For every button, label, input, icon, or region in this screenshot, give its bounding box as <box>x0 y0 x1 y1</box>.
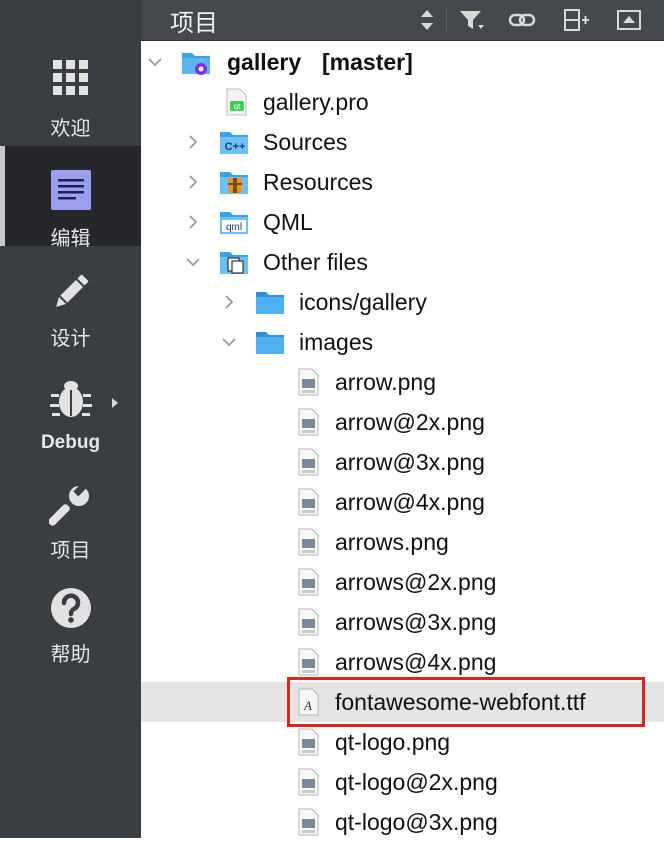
tree-item-label: Other files <box>263 249 368 275</box>
tree-item-file[interactable]: arrows@2x.png <box>141 562 664 602</box>
mode-edit-label: 编辑 <box>50 228 91 250</box>
debug-menu-arrow-icon[interactable] <box>112 398 118 408</box>
tree-item-file[interactable]: arrow@2x.png <box>141 402 664 442</box>
project-tree: gallery [master] qt gallery.pro C++ Sour… <box>141 41 664 838</box>
filter-icon[interactable] <box>457 6 485 34</box>
svg-text:qt: qt <box>234 102 241 111</box>
mode-selector: 欢迎 编辑 设计 Debug 项目 帮助 <box>0 0 141 838</box>
mode-projects-label: 项目 <box>50 540 91 562</box>
chevron-right-icon[interactable] <box>185 174 201 190</box>
project-folder-icon <box>182 53 210 75</box>
close-panel-icon[interactable] <box>615 6 643 34</box>
tree-item-images-folder[interactable]: images <box>141 322 664 362</box>
png-file-icon <box>298 528 319 556</box>
tree-item-other-files[interactable]: Other files <box>141 242 664 282</box>
toolbar-separator <box>446 8 447 32</box>
mode-debug-label: Debug <box>40 432 101 453</box>
bug-icon <box>49 381 92 417</box>
svg-text:qml: qml <box>226 222 242 233</box>
tree-item-project-file[interactable]: qt gallery.pro <box>141 82 664 122</box>
tree-item-file[interactable]: arrow.png <box>141 362 664 402</box>
mode-welcome[interactable]: 欢迎 <box>0 40 141 140</box>
link-icon[interactable] <box>508 6 536 34</box>
chevron-down-icon[interactable] <box>221 334 237 350</box>
chevron-right-icon[interactable] <box>221 294 237 310</box>
help-icon <box>50 588 91 628</box>
png-file-icon <box>298 368 319 396</box>
tree-item-file[interactable]: arrows@4x.png <box>141 642 664 682</box>
tree-item-file[interactable]: arrows@3x.png <box>141 602 664 642</box>
pencil-icon <box>55 274 88 307</box>
tree-item-label: arrows@3x.png <box>335 609 497 635</box>
chevron-down-icon[interactable] <box>185 254 201 270</box>
png-file-icon <box>298 768 319 796</box>
tree-item-qml[interactable]: qml QML <box>141 202 664 242</box>
chevron-right-icon[interactable] <box>185 214 201 230</box>
tree-item-file[interactable]: qt-logo.png <box>141 722 664 762</box>
qml-folder-icon: qml <box>220 212 248 234</box>
tree-item-label: arrow@3x.png <box>335 449 485 475</box>
tree-item-label: icons/gallery <box>299 289 427 315</box>
grid-icon <box>52 60 88 95</box>
sources-folder-icon: C++ <box>220 132 248 154</box>
tree-item-label: arrow.png <box>335 369 437 395</box>
tree-item-file[interactable]: arrow@3x.png <box>141 442 664 482</box>
branch-name: [master] <box>322 49 413 75</box>
mode-help-label: 帮助 <box>50 644 91 666</box>
tree-item-label: arrows@2x.png <box>335 569 497 595</box>
png-file-icon <box>298 728 319 756</box>
project-panel-header: 项目 <box>141 0 664 41</box>
svg-text:C++: C++ <box>225 141 246 153</box>
mode-help[interactable]: 帮助 <box>0 566 141 666</box>
mode-projects[interactable]: 项目 <box>0 462 141 562</box>
wrench-icon <box>48 484 89 526</box>
png-file-icon <box>298 408 319 436</box>
tree-item-sources[interactable]: C++ Sources <box>141 122 664 162</box>
folder-icon <box>256 332 284 354</box>
tree-item-label: arrows.png <box>335 529 449 555</box>
chevron-right-icon[interactable] <box>185 134 201 150</box>
tree-item-label: gallery.pro <box>263 89 369 115</box>
resources-folder-icon <box>220 172 248 194</box>
png-file-icon <box>298 608 319 636</box>
tree-item-label: images <box>299 329 374 355</box>
folder-icon <box>256 292 284 314</box>
tree-item-label: qt-logo.png <box>335 729 451 755</box>
tree-item-project-root[interactable]: gallery [master] <box>141 42 664 82</box>
chevron-down-icon[interactable] <box>147 54 163 70</box>
project-name: gallery <box>227 49 302 75</box>
mode-welcome-label: 欢迎 <box>50 118 91 140</box>
tree-item-file[interactable]: arrows.png <box>141 522 664 562</box>
tree-item-label: QML <box>263 209 313 235</box>
tree-item-label: arrow@4x.png <box>335 489 485 515</box>
tree-item-label: qt-logo@2x.png <box>335 769 498 795</box>
tree-item-file[interactable]: qt-logo@3x.png <box>141 802 664 842</box>
tree-item-label: qt-logo@3x.png <box>335 809 498 835</box>
tree-item-icons-folder[interactable]: icons/gallery <box>141 282 664 322</box>
view-selector-arrows-icon[interactable] <box>413 6 441 34</box>
other-files-folder-icon <box>220 252 248 274</box>
mode-design-label: 设计 <box>50 328 91 350</box>
tree-item-resources[interactable]: Resources <box>141 162 664 202</box>
png-file-icon <box>298 808 319 836</box>
png-file-icon <box>298 448 319 476</box>
split-view-icon[interactable] <box>562 6 590 34</box>
tree-item-label: Sources <box>263 129 348 155</box>
tree-item-label: Resources <box>263 169 373 195</box>
png-file-icon <box>298 568 319 596</box>
highlight-annotation-box <box>287 677 645 727</box>
edit-document-icon <box>50 170 91 210</box>
panel-title: 项目 <box>170 10 218 37</box>
mode-design[interactable]: 设计 <box>0 250 141 350</box>
mode-edit[interactable]: 编辑 <box>0 146 141 250</box>
tree-item-label: arrows@4x.png <box>335 649 497 675</box>
tree-item-file[interactable]: qt-logo@2x.png <box>141 762 664 802</box>
tree-item-label: arrow@2x.png <box>335 409 485 435</box>
mode-debug[interactable]: Debug <box>0 354 141 454</box>
png-file-icon <box>298 648 319 676</box>
qt-project-file-icon: qt <box>226 88 247 116</box>
png-file-icon <box>298 488 319 516</box>
tree-item-file[interactable]: arrow@4x.png <box>141 482 664 522</box>
